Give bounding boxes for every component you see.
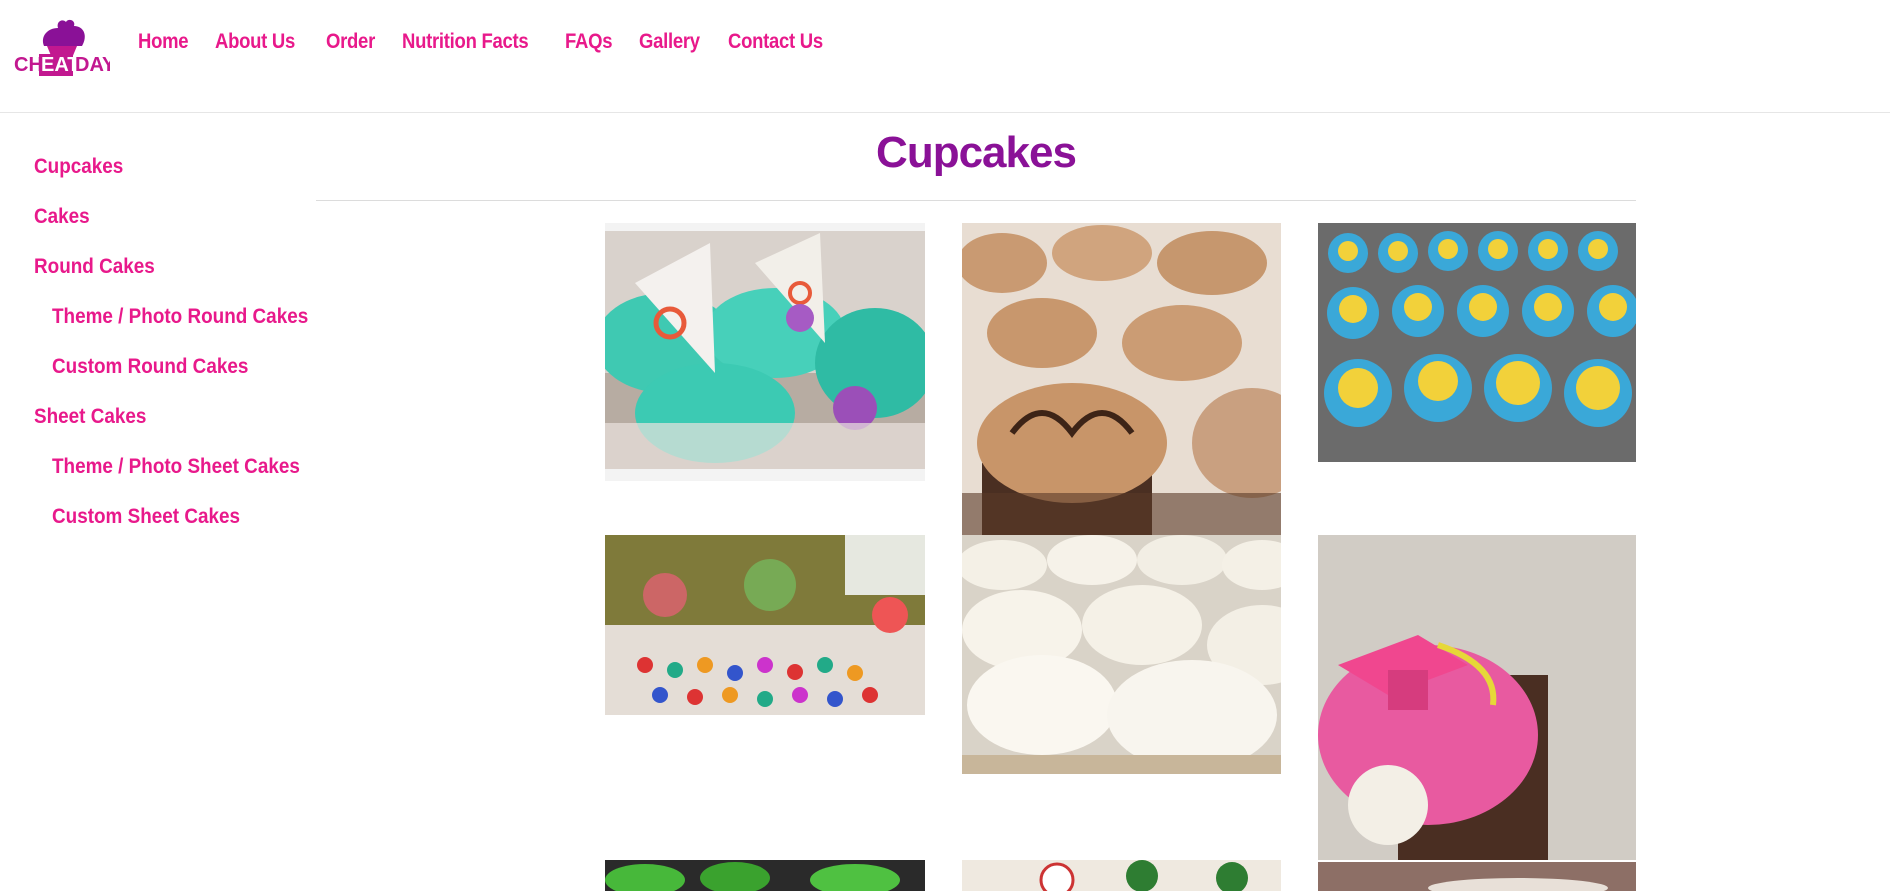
logo-text-day: DAY bbox=[75, 54, 110, 76]
gallery-image[interactable] bbox=[1318, 223, 1636, 462]
site-header: CH EAT DAY Home About Us Order Nutrition… bbox=[0, 0, 1890, 113]
title-divider bbox=[316, 200, 1636, 201]
nav-about-link[interactable]: About Us bbox=[215, 30, 295, 54]
nav-order-link[interactable]: Order bbox=[326, 30, 375, 54]
sidebar-item-custom-sheet-cakes[interactable]: Custom Sheet Cakes bbox=[34, 500, 268, 550]
category-sidebar: Cupcakes Cakes Round Cakes Theme / Photo… bbox=[34, 150, 308, 550]
nav-home-link[interactable]: Home bbox=[138, 30, 189, 54]
gallery-image[interactable] bbox=[962, 860, 1281, 891]
sidebar-item-custom-round-cakes[interactable]: Custom Round Cakes bbox=[34, 350, 268, 400]
sidebar-item-theme-photo-sheet-cakes[interactable]: Theme / Photo Sheet Cakes bbox=[34, 450, 300, 500]
logo-text-ch: CH bbox=[14, 54, 43, 76]
cheat-day-logo[interactable]: CH EAT DAY bbox=[14, 12, 116, 78]
sidebar-item-round-cakes[interactable]: Round Cakes bbox=[34, 250, 268, 300]
nav-nutrition-link[interactable]: Nutrition Facts bbox=[402, 30, 529, 54]
nav-faqs-link[interactable]: FAQs bbox=[565, 30, 612, 54]
gallery-image[interactable] bbox=[1318, 535, 1636, 860]
gallery-image[interactable] bbox=[605, 223, 925, 481]
gallery-image[interactable] bbox=[1318, 862, 1636, 891]
main-nav: Home About Us Order Nutrition Facts FAQs… bbox=[138, 30, 836, 54]
gallery-image[interactable] bbox=[605, 535, 925, 715]
gallery-image[interactable] bbox=[962, 223, 1281, 535]
logo-text-eat: EAT bbox=[41, 54, 80, 76]
sidebar-item-sheet-cakes[interactable]: Sheet Cakes bbox=[34, 400, 268, 450]
nav-contact-link[interactable]: Contact Us bbox=[728, 30, 823, 54]
sidebar-item-theme-photo-round-cakes[interactable]: Theme / Photo Round Cakes bbox=[34, 300, 308, 350]
gallery-image[interactable] bbox=[605, 860, 925, 891]
page-title: Cupcakes bbox=[876, 128, 1077, 177]
nav-gallery-link[interactable]: Gallery bbox=[639, 30, 700, 54]
gallery-image[interactable] bbox=[962, 535, 1281, 774]
sidebar-item-cakes[interactable]: Cakes bbox=[34, 200, 268, 250]
sidebar-item-cupcakes[interactable]: Cupcakes bbox=[34, 150, 268, 200]
